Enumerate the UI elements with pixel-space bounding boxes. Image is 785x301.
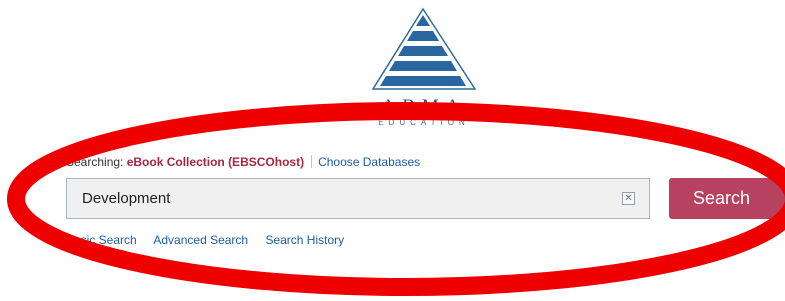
database-name: eBook Collection (EBSCOhost) [126, 155, 305, 169]
advanced-search-link[interactable]: Advanced Search [153, 233, 248, 247]
searching-prefix: Searching: [66, 155, 124, 169]
search-history-link[interactable]: Search History [265, 233, 344, 247]
clear-icon[interactable]: ✕ [622, 192, 635, 205]
search-button[interactable]: Search [669, 178, 785, 219]
searching-line: Searching: eBook Collection (EBSCOhost) C… [66, 155, 420, 169]
search-links: Basic Search Advanced Search Search Hist… [66, 233, 358, 247]
search-input[interactable] [67, 179, 607, 218]
search-box: ✕ [66, 178, 650, 219]
logo-subtext: EDUCATION [378, 118, 470, 127]
logo-text: ABMA [381, 96, 467, 117]
basic-search-link[interactable]: Basic Search [66, 233, 137, 247]
search-page: ABMA EDUCATION Searching: eBook Collecti… [0, 0, 785, 301]
choose-databases-link[interactable]: Choose Databases [318, 155, 420, 169]
separator [311, 155, 313, 168]
